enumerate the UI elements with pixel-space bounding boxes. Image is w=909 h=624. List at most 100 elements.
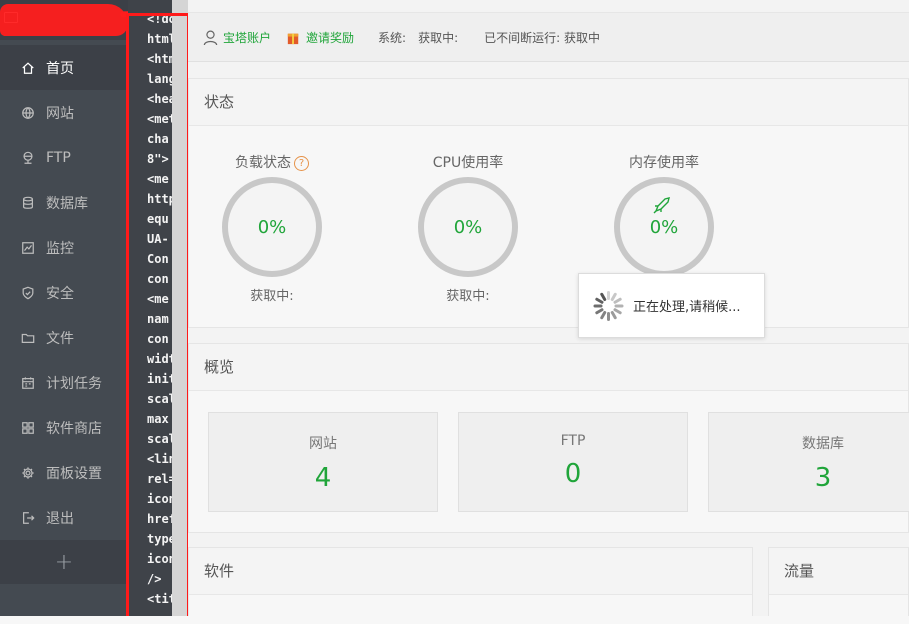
rocket-icon[interactable] (652, 197, 672, 215)
gauge-label: 内存使用率 (629, 155, 699, 171)
shield-icon (20, 285, 36, 301)
sidebar-item-home[interactable]: 首页 (0, 45, 128, 90)
spinner-bar (607, 290, 610, 300)
sidebar-item-security[interactable]: 安全 (0, 270, 128, 315)
uptime-info: 已不间断运行: 获取中 (484, 29, 600, 46)
gauge-ring: 0% (614, 177, 714, 277)
source-line: <titl (147, 592, 172, 606)
home-icon (20, 60, 36, 76)
sidebar-item-store[interactable]: 软件商店 (0, 405, 128, 450)
sidebar-item-label: 数据库 (46, 195, 88, 212)
source-line: html (147, 32, 172, 46)
overview-value: 0 (564, 459, 582, 489)
globe-icon (20, 105, 36, 121)
sidebar-item-database[interactable]: 数据库 (0, 180, 128, 225)
loading-text: 正在处理,请稍候... (633, 300, 741, 315)
source-line: con (147, 272, 169, 286)
source-line: <met (147, 112, 172, 126)
source-line: rel= (147, 472, 172, 486)
help-icon[interactable]: ? (294, 156, 309, 171)
overview-label: 网站 (309, 436, 337, 452)
source-line: nam (147, 312, 169, 326)
gear-icon (20, 465, 36, 481)
source-line: <lin (147, 452, 172, 466)
gauge-sub: 获取中: (250, 289, 294, 304)
add-shortcut-button[interactable]: + (0, 540, 128, 584)
sidebar-item-ftp[interactable]: FTP (0, 135, 128, 180)
source-code-text: <!do html <htm lang <hea <met cha 8"> <me http equ… (147, 9, 172, 609)
system-info: 系统: 获取中: (378, 29, 458, 46)
source-line: max (147, 412, 169, 426)
sidebar-item-label: 安全 (46, 285, 74, 302)
top-bar: 宝塔账户 邀请奖励 系统: 获取中: 已不间断运行: 获取中 (188, 12, 909, 62)
overview-label: FTP (560, 433, 586, 449)
spinner-icon (593, 290, 625, 322)
software-title: 软件 (189, 548, 752, 595)
sidebar-item-label: 退出 (46, 510, 74, 527)
overview-website[interactable]: 网站 4 (208, 412, 438, 512)
source-line: http (147, 192, 172, 206)
status-card: 状态 负载状态? 0% 获取中: CPU使用率 0% 获取中: 内存使用率 0% (188, 78, 909, 328)
source-line: <hea (147, 92, 172, 106)
source-line: 8"> (147, 152, 169, 166)
source-line: <me (147, 172, 169, 186)
source-line: scal (147, 432, 172, 446)
sidebar-item-monitor[interactable]: 监控 (0, 225, 128, 270)
source-line: con (147, 332, 169, 346)
invite-link[interactable]: 邀请奖励 (285, 29, 354, 46)
source-line: <!do (147, 12, 172, 26)
sidebar-item-label: 文件 (46, 330, 74, 347)
user-icon (203, 29, 218, 45)
system-value: 获取中: (418, 30, 459, 45)
account-link[interactable]: 宝塔账户 (202, 29, 271, 46)
main-content: 宝塔账户 邀请奖励 系统: 获取中: 已不间断运行: 获取中 状态 负载状态? … (188, 0, 909, 624)
account-label: 宝塔账户 (223, 30, 272, 45)
sidebar-item-logout[interactable]: 退出 (0, 495, 128, 540)
source-line: widt (147, 352, 172, 366)
source-line: <htm (147, 52, 172, 66)
source-line: <me (147, 292, 169, 306)
gauge-value: 0% (453, 216, 483, 238)
sidebar-item-website[interactable]: 网站 (0, 90, 128, 135)
gutter (172, 0, 188, 624)
monitor-icon (20, 240, 36, 256)
logo-icon (4, 12, 18, 23)
gauge-ring: 0% (418, 177, 518, 277)
gauge-value: 0% (649, 216, 679, 238)
sidebar-item-label: 首页 (46, 60, 74, 77)
spinner-bar (607, 311, 610, 321)
spinner-bar (614, 304, 624, 307)
sidebar-item-cron[interactable]: 计划任务 (0, 360, 128, 405)
folder-icon (20, 330, 36, 346)
sidebar-item-label: 面板设置 (46, 465, 102, 482)
overview-database[interactable]: 数据库 3 (708, 412, 909, 512)
logo-bar (0, 0, 128, 40)
sidebar-nav: 首页 网站 FTP 数据库 监控 安全 文件 计划任务 软件商店 面板设置 退出 (0, 45, 128, 540)
cpu-gauge[interactable]: CPU使用率 0% 获取中: (418, 151, 518, 304)
database-icon (20, 195, 36, 211)
sidebar-item-label: 软件商店 (46, 420, 102, 437)
red-scribble-redaction (0, 4, 128, 36)
gift-icon (287, 33, 299, 44)
sidebar-item-label: 监控 (46, 240, 74, 257)
calendar-icon (20, 375, 36, 391)
overview-ftp[interactable]: FTP 0 (458, 412, 688, 512)
sidebar-item-settings[interactable]: 面板设置 (0, 450, 128, 495)
gauge-label: 负载状态? (222, 151, 322, 175)
load-gauge[interactable]: 负载状态? 0% 获取中: (222, 151, 322, 304)
bottom-strip (0, 616, 909, 624)
source-line: cha (147, 132, 169, 146)
traffic-card: 流量 (768, 547, 909, 624)
invite-label: 邀请奖励 (306, 30, 355, 45)
source-line: initi (147, 372, 172, 386)
sidebar-item-label: FTP (46, 149, 71, 166)
memory-gauge[interactable]: 内存使用率 0% (614, 151, 714, 277)
loading-dialog: 正在处理,请稍候... (578, 273, 765, 338)
source-line: Con (147, 252, 169, 266)
system-label: 系统: (378, 30, 407, 45)
sidebar-item-files[interactable]: 文件 (0, 315, 128, 360)
gauge-sub: 获取中: (446, 289, 490, 304)
source-line: lang (147, 72, 172, 86)
html-source-overlay: <!do html <htm lang <hea <met cha 8"> <me http equ… (128, 0, 172, 624)
overview-value: 4 (314, 463, 332, 493)
